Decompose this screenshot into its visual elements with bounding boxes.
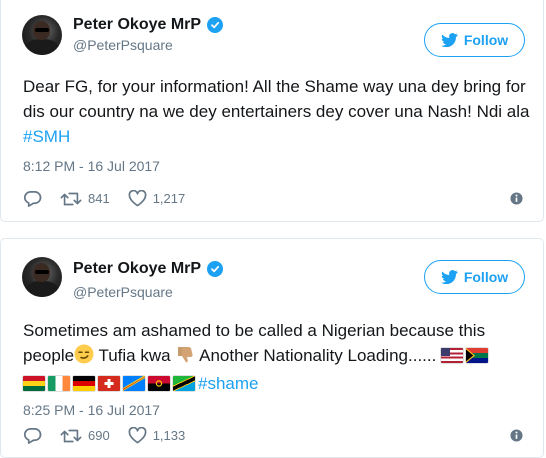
- tweet-card: Peter Okoye MrP @PeterPsquare Follow Som…: [0, 238, 544, 458]
- author-row: Peter Okoye MrP: [73, 16, 224, 34]
- ghana-flag-icon: [23, 376, 45, 391]
- retweet-icon: [60, 192, 82, 205]
- hashtag-link[interactable]: #SMH: [23, 127, 70, 146]
- author-handle[interactable]: @PeterPsquare: [73, 37, 173, 53]
- heart-icon: [128, 427, 147, 444]
- germany-flag-icon: [73, 376, 95, 391]
- retweet-button[interactable]: 690: [60, 428, 110, 444]
- retweet-icon: [60, 429, 82, 442]
- reply-icon: [23, 428, 42, 444]
- action-bar: 841 1,217: [23, 190, 203, 207]
- twitter-bird-icon: [440, 33, 458, 47]
- avatar[interactable]: [22, 257, 62, 297]
- follow-label: Follow: [463, 32, 509, 48]
- follow-button[interactable]: Follow: [424, 260, 525, 294]
- south-africa-flag-icon: [466, 348, 489, 363]
- smirk-emoji-icon: [74, 344, 94, 371]
- follow-label: Follow: [463, 269, 509, 285]
- retweet-button[interactable]: 841: [60, 191, 110, 207]
- tweet-card: Peter Okoye MrP @PeterPsquare Follow Dea…: [0, 0, 544, 222]
- tweet-body-3: Another Nationality Loading......: [195, 346, 442, 365]
- like-button[interactable]: 1,217: [128, 190, 186, 207]
- thumbs-down-emoji-icon: [175, 344, 195, 371]
- ireland-flag-icon: [48, 376, 70, 391]
- author-name[interactable]: Peter Okoye MrP: [73, 260, 201, 278]
- retweet-count: 690: [88, 428, 110, 443]
- reply-button[interactable]: [23, 190, 42, 207]
- twitter-bird-icon: [440, 270, 458, 284]
- reply-icon: [23, 191, 42, 207]
- hashtag-link[interactable]: #shame: [198, 374, 258, 393]
- retweet-count: 841: [88, 191, 110, 206]
- reply-button[interactable]: [23, 427, 42, 444]
- like-count: 1,217: [152, 191, 186, 206]
- usa-flag-icon: [441, 348, 464, 363]
- info-icon[interactable]: [510, 429, 523, 442]
- timestamp[interactable]: 8:12 PM - 16 Jul 2017: [23, 158, 160, 174]
- tanzania-flag-icon: [173, 376, 195, 391]
- switzerland-flag-icon: [98, 376, 120, 391]
- like-count: 1,133: [152, 428, 186, 443]
- angola-flag-icon: [148, 376, 170, 391]
- like-button[interactable]: 1,133: [128, 427, 186, 444]
- tweet-text: Dear FG, for your information! All the S…: [23, 74, 533, 149]
- verified-badge-icon: [207, 261, 224, 277]
- tweet-body-2: Tufia kwa: [94, 346, 171, 365]
- follow-button[interactable]: Follow: [424, 23, 525, 57]
- info-icon[interactable]: [510, 192, 523, 205]
- author-row: Peter Okoye MrP: [73, 260, 224, 278]
- timestamp[interactable]: 8:25 PM - 16 Jul 2017: [23, 402, 160, 418]
- verified-badge-icon: [207, 17, 224, 33]
- author-handle[interactable]: @PeterPsquare: [73, 284, 173, 300]
- tweet-body: Dear FG, for your information! All the S…: [23, 77, 530, 121]
- avatar[interactable]: [22, 15, 62, 55]
- heart-icon: [128, 190, 147, 207]
- dr-congo-flag-icon: [123, 376, 145, 391]
- tweet-text: Sometimes am ashamed to be called a Nige…: [23, 318, 533, 396]
- author-name[interactable]: Peter Okoye MrP: [73, 16, 201, 34]
- action-bar: 690 1,133: [23, 427, 203, 444]
